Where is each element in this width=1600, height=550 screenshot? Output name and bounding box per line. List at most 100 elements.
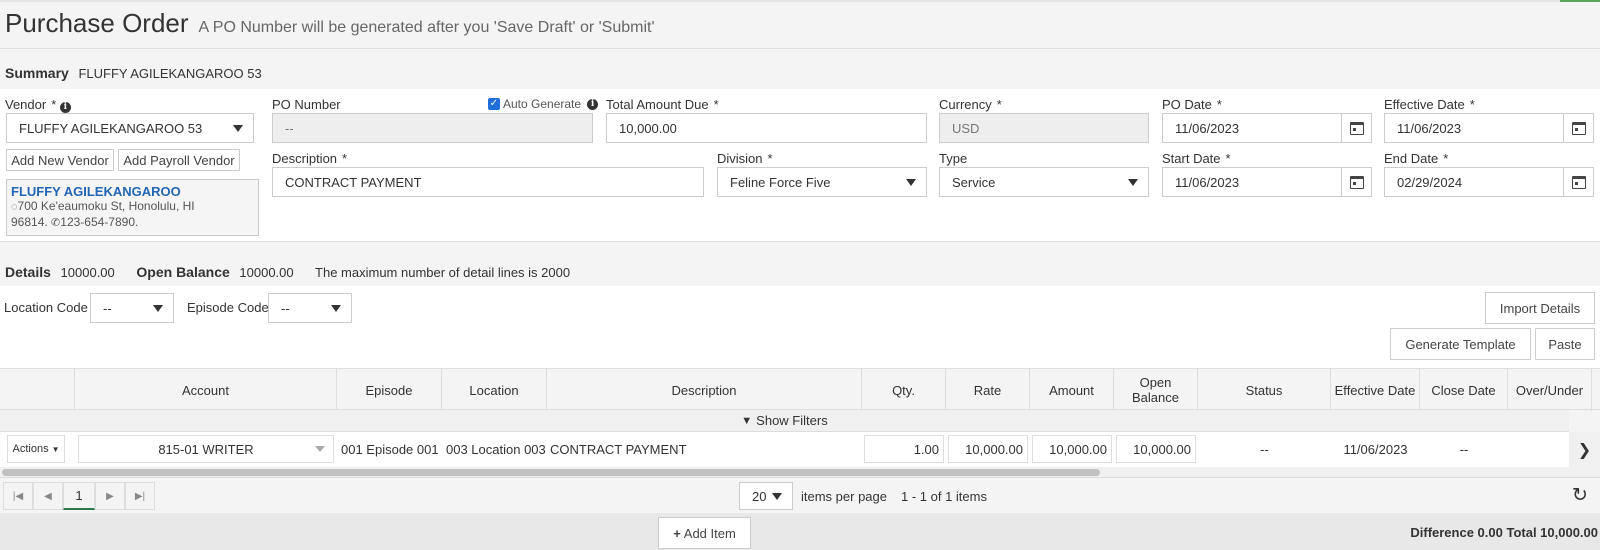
description-input[interactable]: CONTRACT PAYMENT <box>272 167 704 197</box>
paste-button[interactable]: Paste <box>1535 328 1595 360</box>
episode-cell[interactable]: 001 Episode 001 <box>341 435 441 463</box>
divider <box>0 48 1600 49</box>
total-amount-label: Total Amount Due * <box>606 97 719 112</box>
location-code-select[interactable]: -- <box>90 293 174 323</box>
last-page-icon: ▶| <box>134 490 146 502</box>
page-number-button[interactable]: 1 <box>63 482 95 510</box>
start-date-input[interactable]: 11/06/2023 <box>1162 167 1372 197</box>
open-balance-value: 10000.00 <box>239 265 294 280</box>
column-header-amount[interactable]: Amount <box>1030 369 1114 411</box>
type-label: Type <box>939 151 968 166</box>
po-date-input[interactable]: 11/06/2023 <box>1162 113 1372 143</box>
top-accent <box>1560 0 1600 2</box>
amount-cell[interactable]: 10,000.00 <box>1032 435 1112 463</box>
calendar-button[interactable] <box>1563 168 1593 196</box>
checkbox-checked-icon[interactable]: ✓ <box>488 98 500 110</box>
effective-date-cell[interactable]: 11/06/2023 <box>1331 435 1420 463</box>
type-select[interactable]: Service <box>939 167 1149 197</box>
calendar-button[interactable] <box>1341 114 1371 142</box>
show-filters-label: Show Filters <box>756 413 828 428</box>
calendar-icon <box>1349 175 1364 189</box>
summary-label: Summary <box>5 65 69 81</box>
column-header-close-date[interactable]: Close Date <box>1420 369 1508 411</box>
vendor-card-name[interactable]: FLUFFY AGILEKANGAROO <box>11 184 254 199</box>
rate-cell[interactable]: 10,000.00 <box>948 435 1028 463</box>
qty-cell[interactable]: 1.00 <box>864 435 944 463</box>
info-icon[interactable]: i <box>587 98 599 110</box>
column-header-location[interactable]: Location <box>442 369 547 411</box>
refresh-icon[interactable]: ↻ <box>1572 484 1588 507</box>
horizontal-scrollbar[interactable] <box>0 467 1569 477</box>
location-code-label: Location Code <box>4 300 88 315</box>
plus-icon: + <box>673 525 681 541</box>
calendar-button[interactable] <box>1341 168 1371 196</box>
show-filters-bar[interactable]: ▼ Show Filters <box>0 410 1569 432</box>
over-under-cell <box>1508 435 1568 463</box>
effective-date-input[interactable]: 11/06/2023 <box>1384 113 1594 143</box>
calendar-icon <box>1349 121 1364 135</box>
vendor-address: 700 Ke'eaumoku St, Honolulu, HI <box>17 199 195 213</box>
currency-field: USD <box>939 113 1149 143</box>
grid-header: Account Episode Location Description Qty… <box>0 368 1600 411</box>
first-page-button[interactable]: |◀ <box>3 482 33 510</box>
column-header-open-balance[interactable]: Open Balance <box>1114 369 1198 411</box>
column-header-select <box>0 369 75 411</box>
vendor-phone: 123-654-7890. <box>60 215 139 229</box>
calendar-icon <box>1571 121 1586 135</box>
description-cell[interactable]: CONTRACT PAYMENT <box>550 435 860 463</box>
top-border <box>0 0 1600 2</box>
import-details-button[interactable]: Import Details <box>1485 292 1595 324</box>
chevron-down-icon <box>772 493 782 500</box>
info-icon[interactable]: i <box>59 102 71 113</box>
page-size-select[interactable]: 20 <box>739 482 793 510</box>
generate-template-button[interactable]: Generate Template <box>1390 328 1531 360</box>
column-header-status[interactable]: Status <box>1198 369 1331 411</box>
pager: |◀ ◀ 1 ▶ ▶| 20 items per page 1 - 1 of 1… <box>0 477 1600 513</box>
footer-band <box>0 513 1600 550</box>
episode-code-select[interactable]: -- <box>268 293 352 323</box>
calendar-button[interactable] <box>1563 114 1593 142</box>
add-new-vendor-button[interactable]: Add New Vendor <box>6 149 114 171</box>
details-amount: 10000.00 <box>60 265 115 280</box>
vendor-select[interactable]: FLUFFY AGILEKANGAROO 53 <box>6 113 254 143</box>
auto-generate-checkbox[interactable]: ✓ Auto Generate i <box>488 97 599 111</box>
column-header-over-under[interactable]: Over/Under <box>1508 369 1592 411</box>
grid-toolbar <box>0 286 1600 368</box>
account-cell[interactable]: 815-01 WRITER <box>78 435 334 463</box>
chevron-right-icon: ❯ <box>1577 442 1592 459</box>
prev-page-button[interactable]: ◀ <box>33 482 63 510</box>
location-cell[interactable]: 003 Location 003 <box>446 435 546 463</box>
end-date-input[interactable]: 02/29/2024 <box>1384 167 1594 197</box>
scrollbar-thumb[interactable] <box>2 469 1100 476</box>
episode-code-label: Episode Code <box>187 300 269 315</box>
prev-page-icon: ◀ <box>44 490 52 502</box>
items-per-page-label: items per page <box>801 489 887 504</box>
table-row: Actions ▼ 815-01 WRITER 001 Episode 001 0… <box>0 432 1569 467</box>
pager-range: 1 - 1 of 1 items <box>901 489 987 504</box>
vendor-card: FLUFFY AGILEKANGAROO ◌700 Ke'eaumoku St,… <box>6 179 259 236</box>
last-page-button[interactable]: ▶| <box>125 482 155 510</box>
next-page-icon: ▶ <box>106 490 114 502</box>
vendor-label: Vendor * i <box>5 97 71 113</box>
scroll-right-button[interactable]: ❯ <box>1569 432 1600 477</box>
column-header-qty[interactable]: Qty. <box>862 369 946 411</box>
row-actions-button[interactable]: Actions ▼ <box>7 435 65 463</box>
column-header-effective-date[interactable]: Effective Date <box>1331 369 1420 411</box>
chevron-down-icon <box>331 305 341 312</box>
column-header-rate[interactable]: Rate <box>946 369 1030 411</box>
total-amount-input[interactable]: 10,000.00 <box>606 113 927 143</box>
chevron-down-icon <box>153 305 163 312</box>
phone-icon: ✆ <box>51 217 61 229</box>
add-item-button[interactable]: + Add Item <box>658 517 751 549</box>
column-header-description[interactable]: Description <box>547 369 862 411</box>
chevron-down-icon <box>233 125 243 132</box>
column-header-episode[interactable]: Episode <box>337 369 442 411</box>
po-date-label: PO Date * <box>1162 97 1222 112</box>
next-page-button[interactable]: ▶ <box>95 482 125 510</box>
column-header-account[interactable]: Account <box>75 369 337 411</box>
details-label: Details <box>5 264 51 280</box>
totals-summary: Difference 0.00 Total 10,000.00 <box>1410 525 1598 540</box>
division-select[interactable]: Feline Force Five <box>717 167 927 197</box>
add-payroll-vendor-button[interactable]: Add Payroll Vendor <box>118 149 240 171</box>
details-note: The maximum number of detail lines is 20… <box>315 265 571 280</box>
